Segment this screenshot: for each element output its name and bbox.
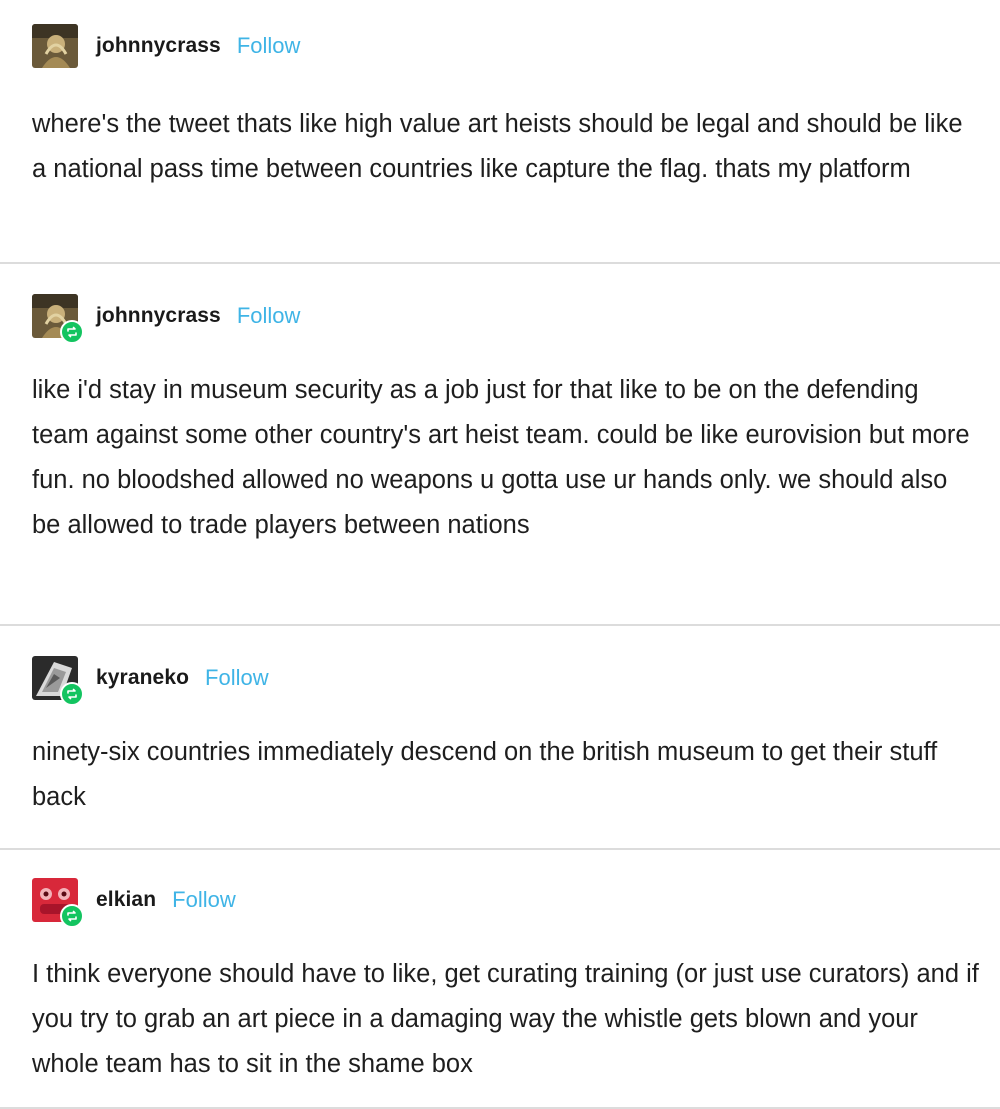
username[interactable]: kyraneko <box>96 666 189 690</box>
avatar[interactable] <box>32 656 84 706</box>
post-text: I think everyone should have to like, ge… <box>32 960 979 1078</box>
post-header: elkian Follow <box>32 876 980 928</box>
post: kyraneko Follow ninety-six countries imm… <box>0 626 1000 850</box>
post-header: kyraneko Follow <box>32 654 980 706</box>
username[interactable]: elkian <box>96 888 156 912</box>
avatar[interactable] <box>32 24 78 68</box>
post-text: where's the tweet thats like high value … <box>32 110 963 183</box>
avatar[interactable] <box>32 878 84 928</box>
post: johnnycrass Follow where's the tweet tha… <box>0 0 1000 264</box>
follow-button[interactable]: Follow <box>237 33 301 59</box>
reblog-icon <box>60 320 84 344</box>
reblog-icon <box>60 904 84 928</box>
post: johnnycrass Follow like i'd stay in muse… <box>0 264 1000 626</box>
user-avatar-icon <box>32 24 78 68</box>
follow-button[interactable]: Follow <box>237 303 301 329</box>
username[interactable]: johnnycrass <box>96 304 221 328</box>
follow-button[interactable]: Follow <box>172 887 236 913</box>
post-text: ninety-six countries immediately descend… <box>32 738 938 811</box>
username[interactable]: johnnycrass <box>96 34 221 58</box>
post: elkian Follow I think everyone should ha… <box>0 850 1000 1109</box>
avatar[interactable] <box>32 294 84 344</box>
reblog-icon <box>60 682 84 706</box>
post-header: johnnycrass Follow <box>32 22 980 70</box>
post-header: johnnycrass Follow <box>32 292 980 344</box>
follow-button[interactable]: Follow <box>205 665 269 691</box>
post-text: like i'd stay in museum security as a jo… <box>32 376 970 539</box>
